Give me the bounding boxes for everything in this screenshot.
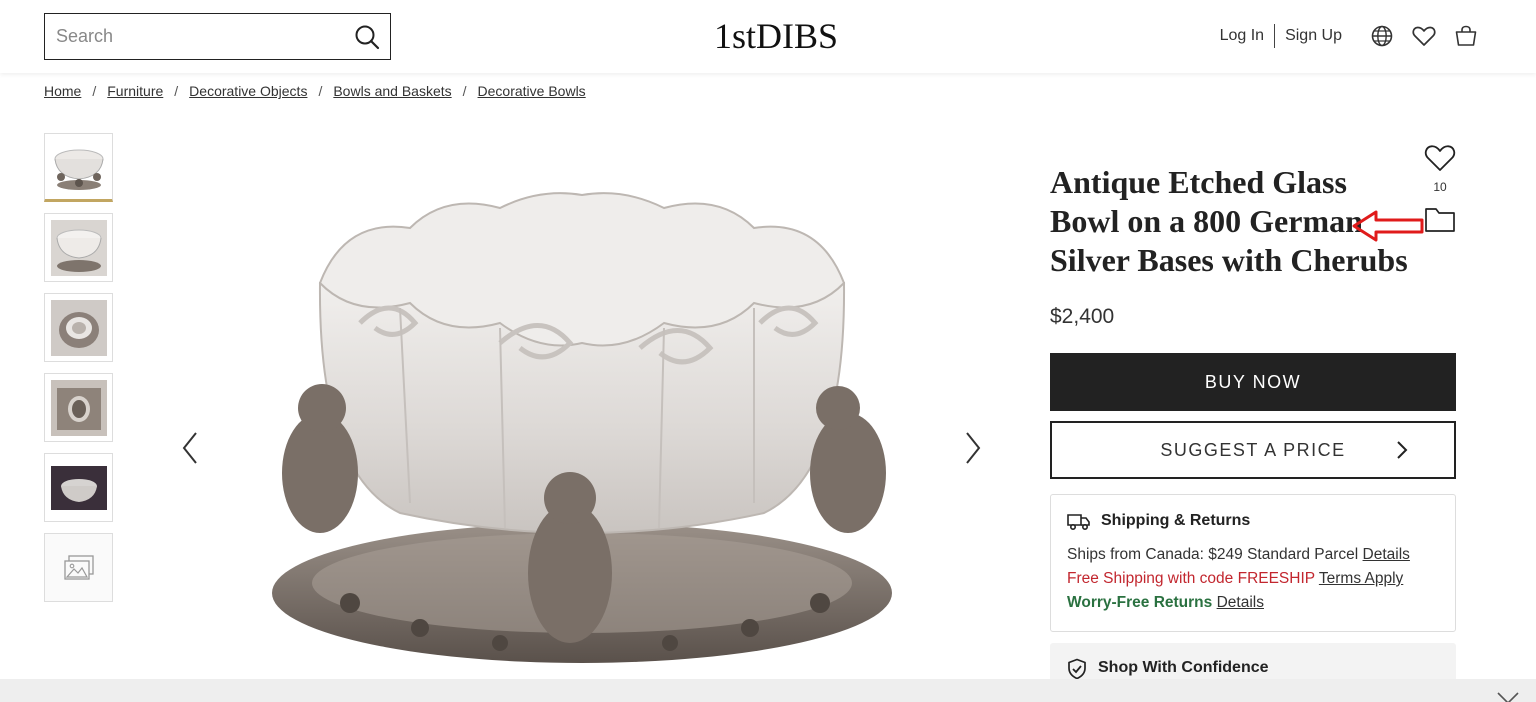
thumbnail-1[interactable] bbox=[44, 133, 113, 202]
close-icon[interactable] bbox=[1496, 691, 1520, 702]
bottom-banner bbox=[0, 679, 1536, 702]
breadcrumb-decorative-bowls[interactable]: Decorative Bowls bbox=[478, 83, 586, 99]
returns-line: Worry-Free Returns Details bbox=[1067, 591, 1439, 615]
base-thumbnail-image bbox=[50, 379, 107, 436]
heart-icon[interactable] bbox=[1412, 24, 1436, 48]
globe-icon[interactable] bbox=[1370, 24, 1394, 48]
shipping-returns-panel: Shipping & Returns Ships from Canada: $2… bbox=[1050, 494, 1456, 632]
search-bar[interactable] bbox=[44, 13, 391, 60]
breadcrumb-decorative-objects[interactable]: Decorative Objects bbox=[189, 83, 307, 99]
shipping-line: Ships from Canada: $249 Standard Parcel … bbox=[1067, 543, 1439, 567]
breadcrumb: Home / Furniture / Decorative Objects / … bbox=[44, 83, 586, 99]
breadcrumb-separator: / bbox=[462, 83, 467, 99]
terms-apply-link[interactable]: Terms Apply bbox=[1319, 570, 1403, 587]
confidence-heading: Shop With Confidence bbox=[1098, 659, 1269, 676]
folder-icon bbox=[1425, 208, 1455, 232]
thumbnail-strip bbox=[44, 133, 113, 613]
thumbnail-more[interactable] bbox=[44, 533, 113, 602]
product-image[interactable] bbox=[170, 133, 1000, 679]
previous-image-arrow[interactable] bbox=[175, 428, 205, 468]
bowl-thumbnail-image bbox=[50, 299, 107, 356]
bowl-product-photo bbox=[272, 192, 892, 663]
search-icon[interactable] bbox=[354, 24, 380, 50]
shipping-details-link[interactable]: Details bbox=[1363, 546, 1410, 563]
shopping-bag-icon[interactable] bbox=[1454, 24, 1478, 48]
thumbnail-2[interactable] bbox=[44, 213, 113, 282]
signup-link[interactable]: Sign Up bbox=[1275, 27, 1352, 45]
suggest-price-button[interactable]: SUGGEST A PRICE bbox=[1050, 421, 1456, 479]
next-image-arrow[interactable] bbox=[958, 428, 988, 468]
breadcrumb-separator: / bbox=[174, 83, 179, 99]
breadcrumb-home[interactable]: Home bbox=[44, 83, 81, 99]
shipping-cost-text: Ships from Canada: $249 Standard Parcel bbox=[1067, 546, 1359, 563]
buy-now-button[interactable]: BUY NOW bbox=[1050, 353, 1456, 411]
suggest-price-label: SUGGEST A PRICE bbox=[1160, 439, 1346, 460]
returns-text: Worry-Free Returns bbox=[1067, 594, 1213, 611]
thumbnail-4[interactable] bbox=[44, 373, 113, 442]
gallery-icon bbox=[63, 554, 94, 580]
save-to-folder-button[interactable] bbox=[1424, 205, 1456, 233]
returns-details-link[interactable]: Details bbox=[1217, 594, 1264, 611]
thumbnail-3[interactable] bbox=[44, 293, 113, 362]
favorite-button[interactable]: 10 bbox=[1424, 143, 1456, 194]
free-shipping-line: Free Shipping with code FREESHIP Terms A… bbox=[1067, 567, 1439, 591]
search-input[interactable] bbox=[56, 26, 354, 47]
favorites-count: 10 bbox=[1433, 180, 1447, 194]
bowl-thumbnail-image bbox=[50, 459, 107, 516]
bowl-thumbnail-image bbox=[54, 149, 103, 190]
site-logo[interactable]: 1stDIBS bbox=[714, 18, 838, 54]
breadcrumb-furniture[interactable]: Furniture bbox=[107, 83, 163, 99]
free-shipping-text: Free Shipping with code FREESHIP bbox=[1067, 570, 1315, 587]
site-header: 1stDIBS Log In Sign Up bbox=[0, 0, 1536, 73]
truck-icon bbox=[1067, 514, 1090, 531]
annotation-arrow-icon bbox=[1352, 210, 1424, 242]
breadcrumb-separator: / bbox=[318, 83, 323, 99]
breadcrumb-bowls-and-baskets[interactable]: Bowls and Baskets bbox=[333, 83, 451, 99]
login-link[interactable]: Log In bbox=[1210, 27, 1274, 45]
bowl-thumbnail-image bbox=[50, 219, 107, 276]
account-nav: Log In Sign Up bbox=[1210, 22, 1478, 50]
chevron-left-icon bbox=[182, 432, 197, 464]
logo-text: 1stDIBS bbox=[714, 16, 839, 56]
product-price: $2,400 bbox=[1050, 305, 1115, 328]
shipping-heading: Shipping & Returns bbox=[1067, 511, 1439, 531]
thumbnail-5[interactable] bbox=[44, 453, 113, 522]
chevron-right-icon bbox=[1397, 441, 1408, 459]
shield-check-icon bbox=[1068, 658, 1086, 680]
shipping-heading-text: Shipping & Returns bbox=[1101, 512, 1251, 529]
heart-icon bbox=[1424, 145, 1456, 171]
chevron-right-icon bbox=[966, 432, 981, 464]
breadcrumb-separator: / bbox=[92, 83, 97, 99]
